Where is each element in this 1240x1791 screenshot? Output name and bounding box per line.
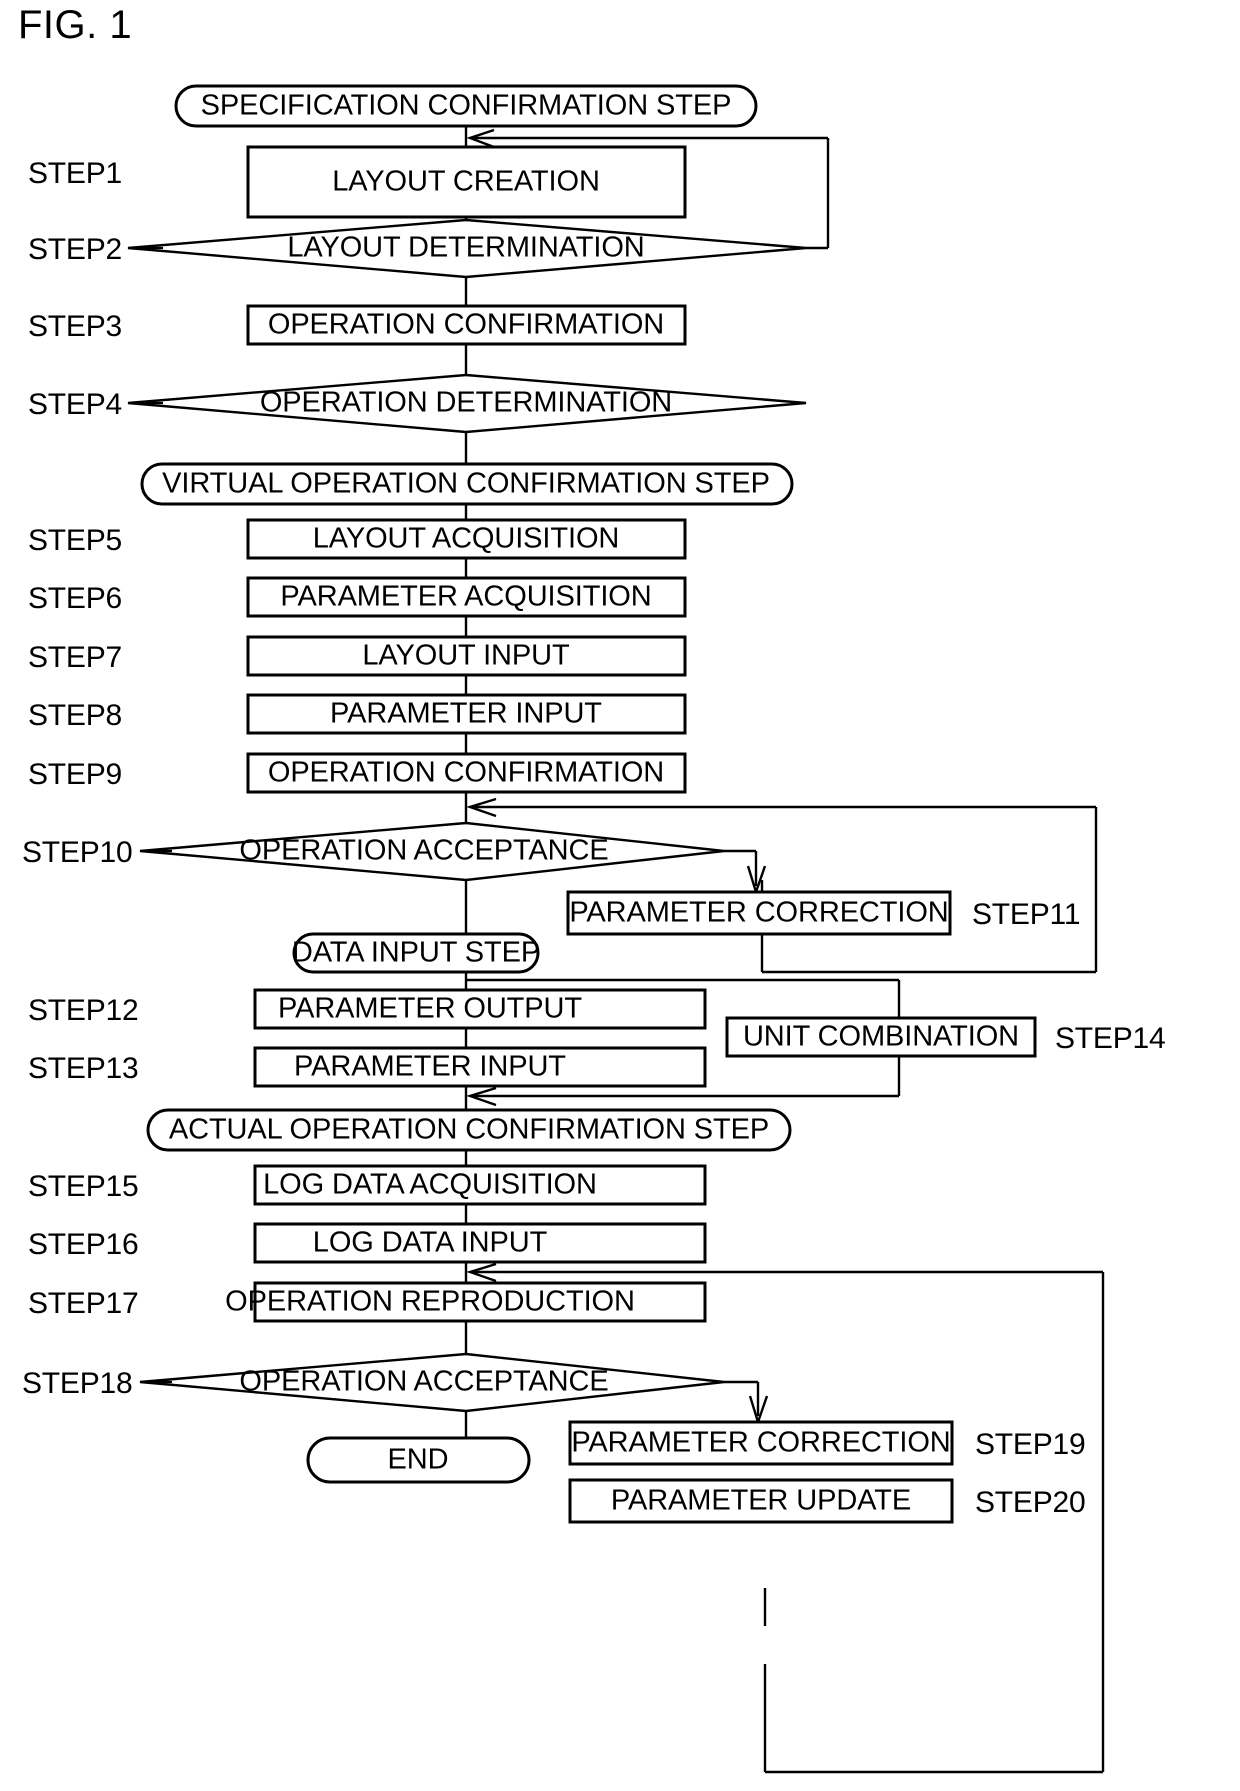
node-label-spec-confirmation-step: SPECIFICATION CONFIRMATION STEP [201, 90, 732, 122]
node-label-log-data-acquisition: LOG DATA ACQUISITION [263, 1169, 597, 1201]
node-operation-acceptance-2[interactable]: OPERATION ACCEPTANCE [139, 1352, 725, 1413]
node-operation-determination[interactable]: OPERATION DETERMINATION [127, 373, 807, 434]
node-label-parameter-correction-1: PARAMETER CORRECTION [569, 897, 948, 929]
node-label-operation-acceptance-2: OPERATION ACCEPTANCE [239, 1366, 608, 1398]
node-label-parameter-acquisition: PARAMETER ACQUISITION [280, 581, 651, 613]
step-label-step1: STEP1 [28, 157, 122, 190]
node-layout-acquisition[interactable]: LAYOUT ACQUISITION [246, 518, 687, 560]
node-label-layout-determination: LAYOUT DETERMINATION [287, 232, 644, 264]
node-operation-reproduction[interactable]: OPERATION REPRODUCTION [225, 1281, 707, 1323]
node-label-data-input-step: DATA INPUT STEP [292, 937, 540, 969]
step-label-step4: STEP4 [28, 388, 122, 421]
node-data-input-step[interactable]: DATA INPUT STEP [292, 932, 540, 974]
node-label-layout-input: LAYOUT INPUT [362, 640, 570, 672]
step-label-step8: STEP8 [28, 699, 122, 732]
node-label-operation-confirmation-2: OPERATION CONFIRMATION [268, 757, 664, 789]
node-parameter-output[interactable]: PARAMETER OUTPUT [253, 988, 707, 1030]
figure-root: FIG. 1 SPECIFICATION CONFIRMATION STEP L… [0, 0, 1240, 1791]
node-layout-creation[interactable]: LAYOUT CREATION [246, 145, 687, 219]
node-parameter-acquisition[interactable]: PARAMETER ACQUISITION [246, 576, 687, 618]
step-label-step20: STEP20 [975, 1486, 1086, 1519]
node-label-operation-determination: OPERATION DETERMINATION [260, 387, 672, 419]
node-label-operation-reproduction: OPERATION REPRODUCTION [225, 1286, 635, 1318]
step-label-step7: STEP7 [28, 641, 122, 674]
node-virtual-operation-confirmation-step[interactable]: VIRTUAL OPERATION CONFIRMATION STEP [140, 462, 794, 506]
step-label-step13: STEP13 [28, 1052, 139, 1085]
node-label-layout-creation: LAYOUT CREATION [332, 166, 600, 198]
step-label-step18: STEP18 [22, 1367, 133, 1400]
node-operation-confirmation-2[interactable]: OPERATION CONFIRMATION [246, 752, 687, 794]
step-label-step3: STEP3 [28, 310, 122, 343]
step-label-step19: STEP19 [975, 1428, 1086, 1461]
node-label-operation-confirmation-1: OPERATION CONFIRMATION [268, 309, 664, 341]
step-label-step14: STEP14 [1055, 1022, 1166, 1055]
node-label-parameter-output: PARAMETER OUTPUT [278, 993, 582, 1025]
node-label-parameter-input-1: PARAMETER INPUT [330, 698, 602, 730]
node-parameter-input-2[interactable]: PARAMETER INPUT [253, 1046, 707, 1088]
node-actual-operation-confirmation-step[interactable]: ACTUAL OPERATION CONFIRMATION STEP [146, 1108, 792, 1152]
step-label-step15: STEP15 [28, 1170, 139, 1203]
step-label-step2: STEP2 [28, 233, 122, 266]
node-label-end: END [388, 1444, 449, 1476]
step-label-step11: STEP11 [972, 898, 1080, 931]
step-label-step12: STEP12 [28, 994, 139, 1027]
node-label-log-data-input: LOG DATA INPUT [313, 1227, 548, 1259]
node-label-actual-operation-confirmation-step: ACTUAL OPERATION CONFIRMATION STEP [169, 1114, 769, 1146]
node-layout-input[interactable]: LAYOUT INPUT [246, 635, 687, 677]
step-label-step5: STEP5 [28, 524, 122, 557]
node-label-layout-acquisition: LAYOUT ACQUISITION [313, 523, 620, 555]
node-parameter-correction-1[interactable]: PARAMETER CORRECTION [566, 890, 952, 936]
step-label-step6: STEP6 [28, 582, 122, 615]
node-parameter-correction-2[interactable]: PARAMETER CORRECTION [568, 1420, 954, 1466]
node-parameter-input-1[interactable]: PARAMETER INPUT [246, 693, 687, 735]
node-parameter-update[interactable]: PARAMETER UPDATE [568, 1478, 954, 1524]
node-end[interactable]: END [306, 1436, 531, 1484]
node-label-parameter-input-2: PARAMETER INPUT [294, 1051, 566, 1083]
node-layout-determination[interactable]: LAYOUT DETERMINATION [127, 218, 807, 279]
step-label-tick-layer [141, 246, 172, 1384]
node-label-unit-combination: UNIT COMBINATION [743, 1021, 1019, 1053]
connector-layer [464, 124, 1105, 1774]
step-label-step9: STEP9 [28, 758, 122, 791]
node-unit-combination[interactable]: UNIT COMBINATION [725, 1016, 1037, 1058]
node-label-parameter-update: PARAMETER UPDATE [611, 1485, 911, 1517]
node-label-virtual-operation-confirmation-step: VIRTUAL OPERATION CONFIRMATION STEP [162, 468, 770, 500]
step-label-step17: STEP17 [28, 1287, 139, 1320]
node-operation-acceptance-1[interactable]: OPERATION ACCEPTANCE [139, 821, 725, 882]
node-label-parameter-correction-2: PARAMETER CORRECTION [571, 1427, 950, 1459]
figure-caption: FIG. 1 [18, 3, 132, 47]
node-log-data-acquisition[interactable]: LOG DATA ACQUISITION [253, 1164, 707, 1206]
node-operation-confirmation-1[interactable]: OPERATION CONFIRMATION [246, 304, 687, 346]
step-label-step16: STEP16 [28, 1228, 139, 1261]
node-label-operation-acceptance-1: OPERATION ACCEPTANCE [239, 835, 608, 867]
node-log-data-input[interactable]: LOG DATA INPUT [253, 1222, 707, 1264]
node-spec-confirmation-step[interactable]: SPECIFICATION CONFIRMATION STEP [174, 84, 758, 128]
flowchart-diagram: FIG. 1 SPECIFICATION CONFIRMATION STEP L… [18, 3, 1166, 1774]
step-label-step10: STEP10 [22, 836, 133, 869]
